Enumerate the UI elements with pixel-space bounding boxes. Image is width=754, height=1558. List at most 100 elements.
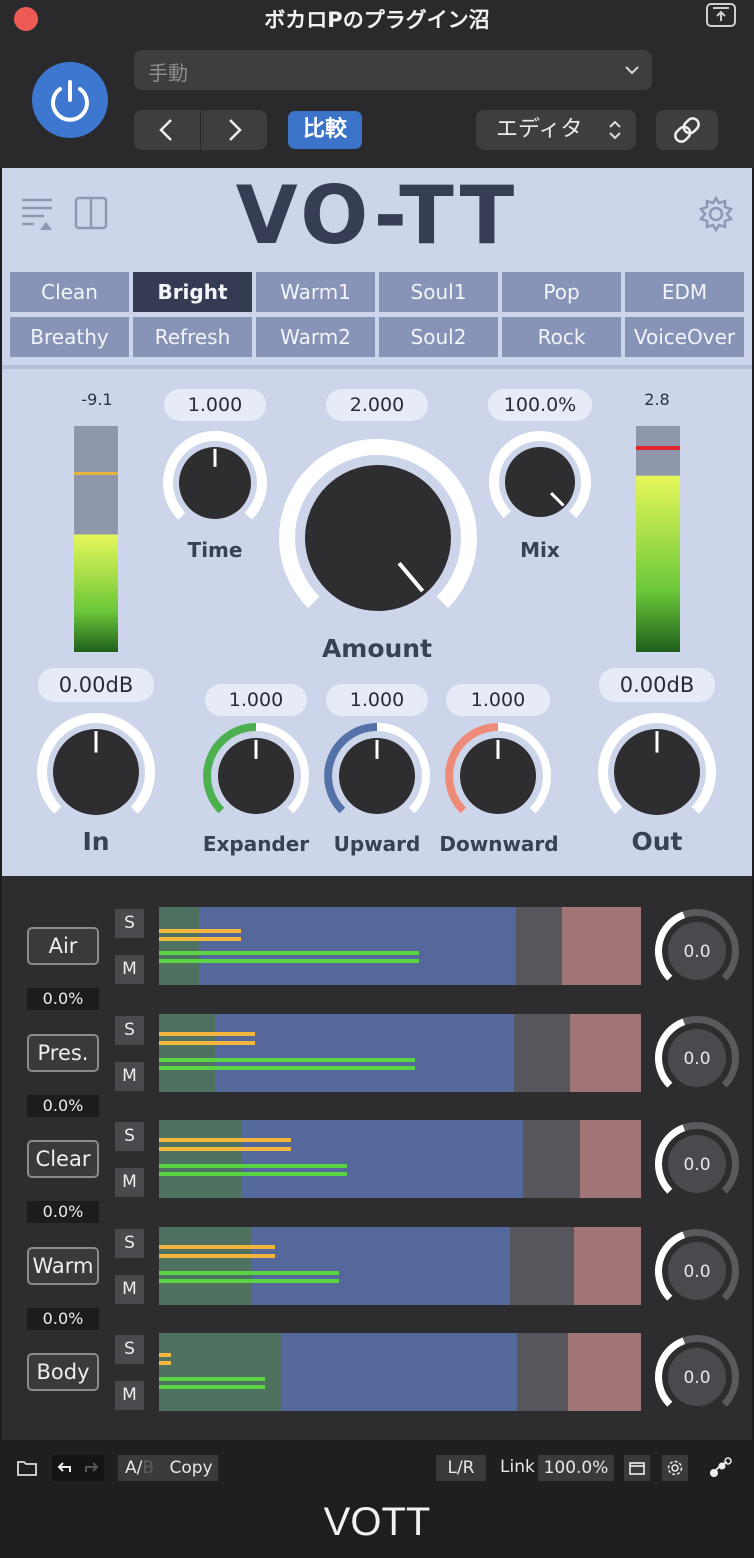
link-icon	[674, 117, 700, 143]
band-button-0[interactable]: Air	[27, 927, 99, 965]
band-mute-button-4[interactable]: M	[115, 1381, 144, 1410]
editor-label: エディタ	[496, 117, 583, 142]
out-gain-knob[interactable]	[597, 712, 717, 832]
share-icon[interactable]	[706, 3, 736, 27]
band-level-line	[159, 1377, 265, 1381]
band-range-bar-1[interactable]	[159, 1013, 641, 1092]
time-value[interactable]: 1.000	[164, 389, 266, 421]
divider	[2, 365, 752, 369]
time-knob[interactable]	[162, 430, 268, 536]
preset-button-rock[interactable]: Rock	[502, 317, 621, 357]
upward-value[interactable]: 1.000	[326, 684, 428, 716]
preset-button-soul2[interactable]: Soul2	[379, 317, 498, 357]
mix-value[interactable]: 100.0%	[488, 389, 592, 421]
band-knob-2-readout: 0.0	[683, 1155, 710, 1175]
band-range-bar-2[interactable]	[159, 1120, 641, 1198]
lr-mode-button[interactable]: L/R	[436, 1455, 486, 1481]
preset-button-edm[interactable]: EDM	[625, 272, 744, 312]
upward-knob[interactable]	[323, 722, 431, 830]
band-button-3[interactable]: Warm	[27, 1246, 99, 1285]
band-level-line	[159, 1057, 415, 1062]
in-gain-value[interactable]: 0.00dB	[38, 668, 154, 702]
preset-value: 手動	[148, 61, 188, 85]
preset-button-breathy[interactable]: Breathy	[10, 317, 129, 357]
preset-button-clean[interactable]: Clean	[10, 272, 129, 312]
band-knob-0[interactable]: 0.0	[654, 908, 740, 994]
compare-button[interactable]: 比較	[288, 111, 362, 149]
band-threshold-region	[516, 907, 562, 985]
band-mute-button-3[interactable]: M	[115, 1274, 144, 1304]
band-range-bar-0[interactable]	[159, 907, 641, 985]
output-peak-readout: 2.8	[644, 390, 670, 409]
graph-node-icon[interactable]	[706, 1454, 734, 1482]
band-knob-4[interactable]: 0.0	[654, 1334, 740, 1420]
band-gain-line	[159, 1031, 255, 1036]
band-button-4[interactable]: Body	[27, 1353, 99, 1391]
band-low-region	[159, 1013, 215, 1092]
band-level-line	[159, 951, 419, 955]
band-solo-button-3[interactable]: S	[115, 1228, 144, 1258]
in-label: In	[82, 827, 110, 856]
preset-button-warm1[interactable]: Warm1	[256, 272, 375, 312]
band-percent-1: 0.0%	[27, 1094, 99, 1117]
folder-icon[interactable]	[16, 1458, 38, 1478]
preset-button-soul1[interactable]: Soul1	[379, 272, 498, 312]
band-level-line	[159, 959, 419, 963]
band-mute-button-2[interactable]: M	[115, 1168, 144, 1197]
undo-icon[interactable]	[52, 1455, 78, 1481]
host-window: ボカロPのプラグイン沼 手動 比較 エディタ	[0, 0, 754, 168]
band-threshold-region	[523, 1120, 580, 1198]
settings-button[interactable]	[662, 1455, 688, 1481]
band-knob-1[interactable]: 0.0	[654, 1015, 740, 1101]
amount-label: Amount	[321, 634, 433, 663]
band-solo-button-2[interactable]: S	[115, 1122, 144, 1151]
band-button-2[interactable]: Clear	[27, 1140, 99, 1178]
next-preset-button[interactable]	[201, 110, 267, 150]
plugin-logo: VO-TT	[235, 169, 519, 262]
downward-value[interactable]: 1.000	[446, 684, 550, 716]
editor-select[interactable]: エディタ	[476, 110, 636, 150]
window-mode-button[interactable]	[624, 1455, 650, 1481]
band-solo-button-0[interactable]: S	[115, 909, 144, 938]
band-range-bar-3[interactable]	[159, 1226, 641, 1305]
band-mute-button-0[interactable]: M	[115, 955, 144, 984]
preset-select[interactable]: 手動	[134, 50, 652, 90]
band-button-1[interactable]: Pres.	[27, 1033, 99, 1072]
preset-button-voiceover[interactable]: VoiceOver	[625, 317, 744, 357]
band-level-line	[159, 1164, 347, 1168]
downward-knob[interactable]	[444, 722, 552, 830]
link-button[interactable]	[656, 110, 718, 150]
mix-knob[interactable]	[488, 430, 592, 534]
band-knob-2[interactable]: 0.0	[654, 1121, 740, 1207]
preset-button-bright[interactable]: Bright	[133, 272, 252, 312]
mix-knob-cap	[505, 447, 575, 517]
out-label: Out	[631, 827, 683, 856]
band-percent-3: 0.0%	[27, 1307, 99, 1330]
input-peak-readout: -9.1	[81, 390, 113, 409]
prev-preset-button[interactable]	[134, 110, 200, 150]
ab-b-button[interactable]: B	[142, 1458, 154, 1478]
copy-button[interactable]: Copy	[169, 1458, 212, 1478]
in-gain-knob[interactable]	[36, 712, 156, 832]
expander-knob[interactable]	[202, 722, 310, 830]
preset-button-warm2[interactable]: Warm2	[256, 317, 375, 357]
bypass-power-button[interactable]	[32, 62, 108, 138]
band-solo-button-4[interactable]: S	[115, 1335, 144, 1364]
amount-knob[interactable]	[278, 438, 478, 638]
amount-value[interactable]: 2.000	[326, 389, 428, 421]
link-amount-value[interactable]: 100.0%	[538, 1455, 614, 1481]
downward-label: Downward	[439, 832, 559, 856]
ab-a-button[interactable]: A	[125, 1458, 137, 1478]
band-mute-button-1[interactable]: M	[115, 1061, 144, 1091]
expander-value[interactable]: 1.000	[205, 684, 307, 716]
preset-button-refresh[interactable]: Refresh	[133, 317, 252, 357]
band-knob-3[interactable]: 0.0	[654, 1228, 740, 1314]
output-meter	[636, 426, 680, 652]
preset-button-pop[interactable]: Pop	[502, 272, 621, 312]
band-solo-button-1[interactable]: S	[115, 1015, 144, 1045]
out-gain-value[interactable]: 0.00dB	[599, 668, 715, 702]
gear-icon[interactable]	[696, 194, 736, 234]
band-low-region	[159, 907, 199, 985]
band-range-bar-4[interactable]	[159, 1333, 641, 1411]
redo-icon[interactable]	[78, 1455, 104, 1481]
